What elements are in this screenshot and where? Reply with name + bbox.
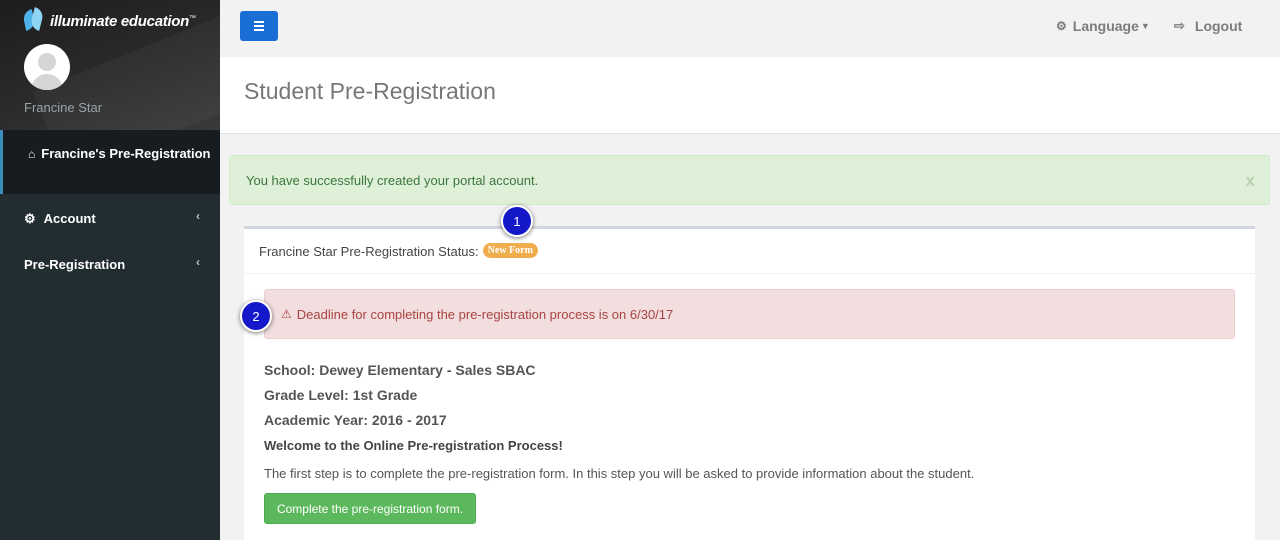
step-instructions: The first step is to complete the pre-re… [264, 466, 975, 481]
hamburger-icon [254, 21, 264, 23]
complete-form-button[interactable]: Complete the pre-registration form. [264, 493, 476, 524]
language-icon: ⚙ [1056, 19, 1067, 33]
language-dropdown[interactable]: ⚙ Language ▼ [1056, 18, 1150, 34]
callout-marker-1: 1 [501, 205, 533, 237]
brand-logo[interactable]: illuminate education™ [22, 7, 196, 34]
status-header: Francine Star Pre-Registration Status: N… [244, 229, 1255, 274]
language-label: Language [1072, 18, 1139, 34]
deadline-alert: ⚠ Deadline for completing the pre-regist… [264, 289, 1235, 339]
logout-icon: ⇨ [1174, 18, 1185, 33]
academic-year-info: Academic Year: 2016 - 2017 [264, 412, 447, 428]
sidebar-item-label: Account [43, 211, 96, 226]
user-name: Francine Star [24, 100, 103, 115]
sidebar-user-panel: illuminate education™ Francine Star [0, 0, 220, 130]
content-header: Student Pre-Registration [220, 57, 1280, 134]
trademark: ™ [189, 14, 196, 22]
sidebar-item-pre-registration[interactable]: Pre-Registration ‹ [0, 242, 220, 288]
sidebar-item-pre-registration-home[interactable]: ⌂ Francine's Pre-Registration [0, 130, 220, 194]
status-badge: New Form [482, 243, 538, 258]
caret-down-icon: ▼ [1140, 21, 1150, 31]
success-message: You have successfully created your porta… [246, 173, 539, 188]
success-alert: You have successfully created your porta… [229, 155, 1270, 205]
school-info: School: Dewey Elementary - Sales SBAC [264, 362, 536, 378]
avatar [24, 44, 70, 90]
close-alert-button[interactable]: x [1246, 171, 1255, 191]
menu-toggle-button[interactable] [240, 11, 278, 41]
gear-icon: ⚙ [24, 211, 36, 226]
welcome-heading: Welcome to the Online Pre-registration P… [264, 438, 563, 453]
logout-label: Logout [1194, 18, 1243, 34]
deadline-message: Deadline for completing the pre-registra… [296, 307, 674, 322]
logo-text: illuminate education [50, 12, 190, 30]
page-title: Student Pre-Registration [244, 78, 496, 104]
grade-info: Grade Level: 1st Grade [264, 387, 418, 403]
logo-icon [22, 7, 46, 34]
chevron-left-icon: ‹ [196, 209, 200, 223]
sidebar-item-label: Pre-Registration [24, 257, 126, 272]
logout-link[interactable]: ⇨ Logout [1174, 18, 1242, 34]
chevron-left-icon: ‹ [196, 255, 200, 269]
pre-registration-box: Francine Star Pre-Registration Status: N… [244, 226, 1255, 540]
sidebar: illuminate education™ Francine Star ⌂ Fra… [0, 0, 220, 540]
home-icon: ⌂ [28, 147, 36, 161]
sidebar-item-account[interactable]: ⚙ Account ‹ [0, 196, 220, 242]
status-label: Francine Star Pre-Registration Status: [259, 244, 479, 259]
callout-marker-2: 2 [240, 300, 272, 332]
sidebar-item-label: Francine's Pre-Registration [41, 146, 211, 161]
top-navbar: ⚙ Language ▼ ⇨ Logout [220, 0, 1280, 57]
warning-icon: ⚠ [281, 307, 292, 321]
